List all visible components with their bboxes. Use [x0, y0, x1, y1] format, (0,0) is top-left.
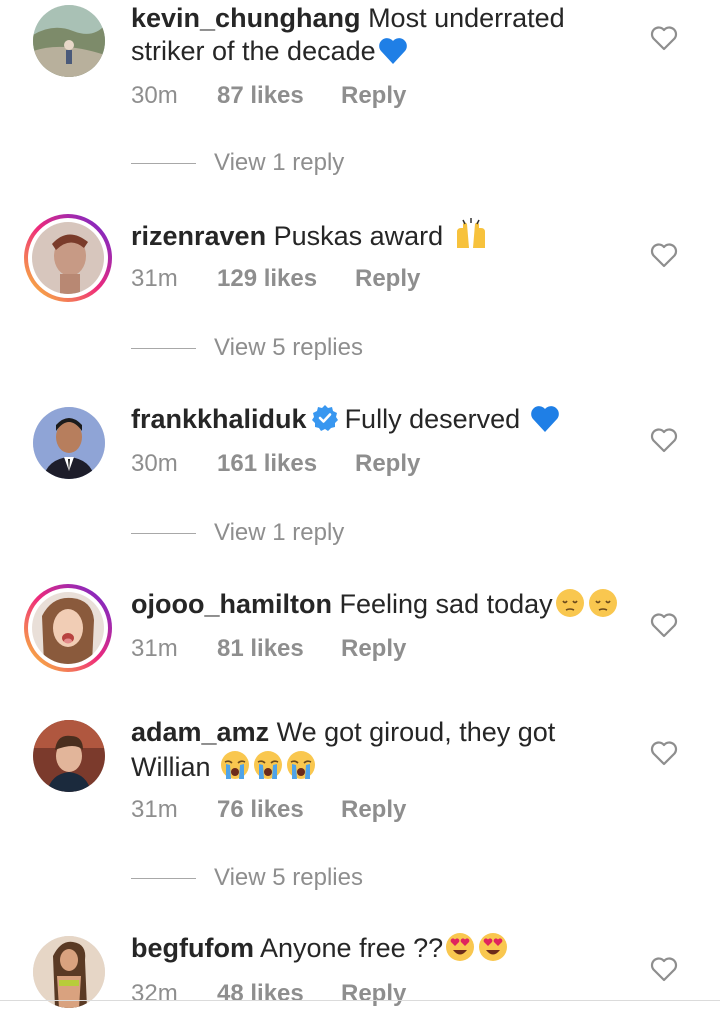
comment-body: Puskas award — [273, 221, 444, 251]
view-replies-button[interactable]: View 5 replies — [131, 333, 531, 363]
comment-body: Fully deserved — [344, 404, 521, 434]
username[interactable]: frankkhaliduk — [131, 404, 307, 434]
like-heart-icon[interactable] — [650, 956, 678, 982]
reply-button[interactable]: Reply — [341, 635, 406, 663]
comment-text: rizenraven Puskas award — [131, 218, 631, 258]
like-heart-icon[interactable] — [650, 612, 678, 638]
comment-body: Anyone free ?? — [260, 933, 444, 963]
comment-text: ojooo_hamilton Feeling sad today — [131, 588, 631, 626]
view-replies-label: View 5 replies — [214, 334, 363, 361]
blue-heart-icon — [378, 37, 408, 73]
view-replies-button[interactable]: View 1 reply — [131, 518, 531, 548]
divider — [131, 533, 196, 534]
blue-heart-icon — [530, 405, 560, 441]
username[interactable]: ojooo_hamilton — [131, 589, 332, 619]
bottom-divider — [0, 1000, 720, 1001]
divider — [131, 348, 196, 349]
likes-count[interactable]: 129 likes — [217, 265, 317, 293]
comment-body: Feeling sad today — [339, 589, 553, 619]
timestamp: 31m — [131, 796, 178, 823]
reply-button[interactable]: Reply — [341, 980, 406, 1008]
likes-count[interactable]: 76 likes — [217, 796, 304, 824]
timestamp: 30m — [131, 450, 178, 477]
likes-count[interactable]: 161 likes — [217, 450, 317, 478]
view-replies-label: View 1 reply — [214, 149, 345, 176]
avatar[interactable] — [33, 5, 105, 77]
timestamp: 31m — [131, 635, 178, 662]
reply-button[interactable]: Reply — [341, 82, 406, 110]
divider — [131, 163, 196, 164]
divider — [131, 878, 196, 879]
heart-eyes-icon — [445, 932, 509, 970]
username[interactable]: kevin_chunghang — [131, 3, 361, 33]
reply-button[interactable]: Reply — [355, 450, 420, 478]
likes-count[interactable]: 87 likes — [217, 82, 304, 110]
like-heart-icon[interactable] — [650, 25, 678, 51]
timestamp: 31m — [131, 265, 178, 292]
avatar[interactable] — [33, 720, 105, 792]
username[interactable]: rizenraven — [131, 221, 266, 251]
verified-badge-icon — [311, 404, 339, 440]
likes-count[interactable]: 81 likes — [217, 635, 304, 663]
like-heart-icon[interactable] — [650, 740, 678, 766]
comment-text: frankkhaliduk Fully deserved — [131, 403, 631, 441]
username[interactable]: adam_amz — [131, 717, 269, 747]
view-replies-label: View 1 reply — [214, 519, 345, 546]
avatar-with-story-ring[interactable] — [24, 584, 112, 672]
username[interactable]: begfufom — [131, 933, 254, 963]
view-replies-button[interactable]: View 5 replies — [131, 863, 531, 893]
comment-text: adam_amz We got giroud, they got Willian — [131, 716, 631, 789]
likes-count[interactable]: 48 likes — [217, 980, 304, 1008]
pensive-face-icon — [555, 588, 619, 626]
view-replies-button[interactable]: View 1 reply — [131, 148, 531, 178]
view-replies-label: View 5 replies — [214, 864, 363, 891]
avatar-with-story-ring[interactable] — [24, 214, 112, 302]
timestamp: 32m — [131, 980, 178, 1007]
like-heart-icon[interactable] — [650, 242, 678, 268]
raising-hands-icon — [453, 218, 489, 258]
avatar[interactable] — [33, 936, 105, 1008]
reply-button[interactable]: Reply — [341, 796, 406, 824]
comment-text: kevin_chunghang Most underrated striker … — [131, 2, 631, 73]
timestamp: 30m — [131, 82, 178, 109]
loudly-crying-face-icon — [220, 749, 316, 789]
avatar[interactable] — [33, 407, 105, 479]
reply-button[interactable]: Reply — [355, 265, 420, 293]
like-heart-icon[interactable] — [650, 427, 678, 453]
comment-text: begfufom Anyone free ?? — [131, 932, 631, 970]
